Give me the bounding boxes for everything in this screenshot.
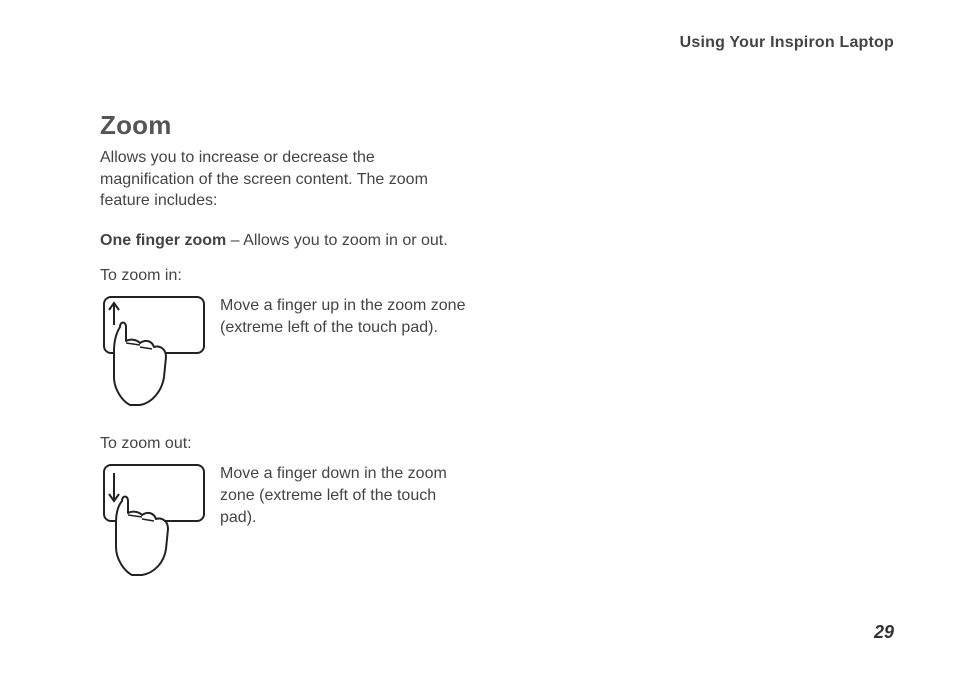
manual-page: Using Your Inspiron Laptop Zoom Allows y… [0,0,954,677]
zoom-out-instruction: Move a finger down in the zoom zone (ext… [208,459,470,528]
running-head: Using Your Inspiron Laptop [680,34,894,52]
content-column: Zoom Allows you to increase or decrease … [100,110,470,603]
page-number: 29 [874,622,894,643]
feature-one-finger-zoom: One finger zoom – Allows you to zoom in … [100,230,470,252]
zoom-out-label: To zoom out: [100,435,470,453]
zoom-in-instruction: Move a finger up in the zoom zone (extre… [208,291,470,338]
finger-up-icon [100,291,208,411]
zoom-out-illustration [100,459,208,579]
section-title-zoom: Zoom [100,110,470,141]
finger-down-icon [100,459,208,579]
feature-name: One finger zoom [100,232,226,249]
feature-desc: – Allows you to zoom in or out. [226,232,447,249]
section-intro: Allows you to increase or decrease the m… [100,147,470,212]
zoom-in-block: Move a finger up in the zoom zone (extre… [100,291,470,411]
zoom-in-label: To zoom in: [100,267,470,285]
zoom-out-block: Move a finger down in the zoom zone (ext… [100,459,470,579]
zoom-in-illustration [100,291,208,411]
